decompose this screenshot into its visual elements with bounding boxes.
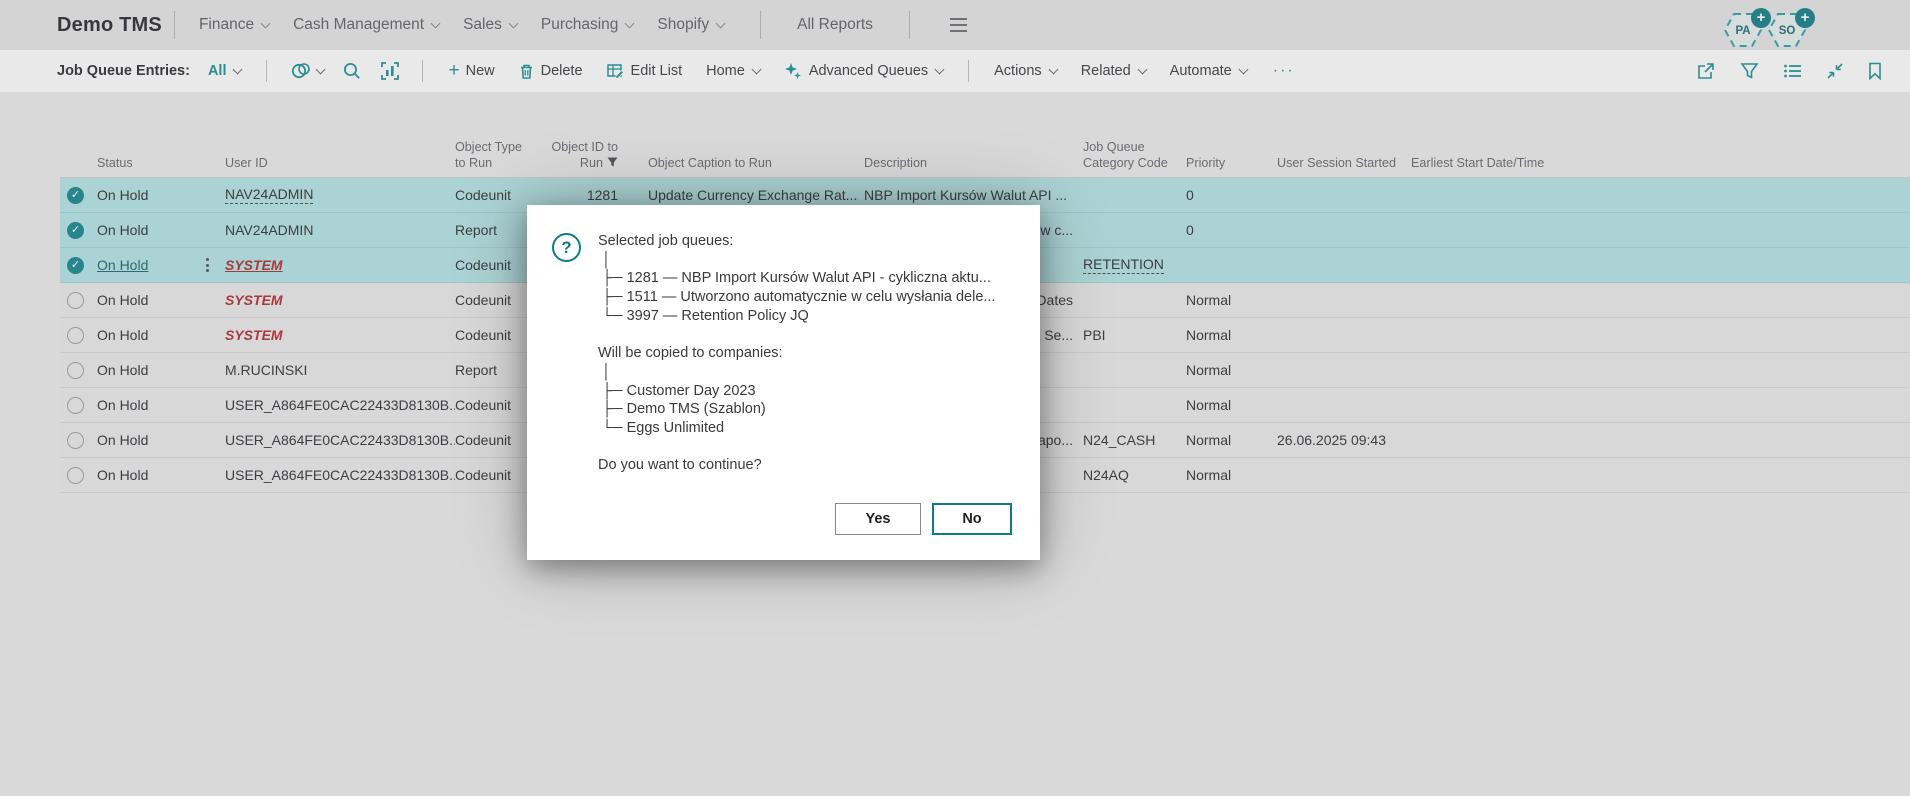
column-header-description[interactable]: Description [864, 156, 1083, 178]
add-icon: + [1795, 8, 1815, 28]
nav-purchasing[interactable]: Purchasing [541, 16, 635, 34]
nav-finance[interactable]: Finance [199, 16, 271, 34]
more-options-icon[interactable]: ··· [1273, 62, 1295, 80]
column-header-earliest[interactable]: Earliest Start Date/Time [1411, 156, 1556, 178]
analyze-icon[interactable] [380, 61, 400, 81]
views-icon[interactable] [289, 61, 326, 81]
view-filter-dropdown[interactable]: All [208, 63, 243, 79]
trash-icon [519, 63, 534, 80]
search-icon[interactable] [342, 61, 362, 81]
column-header-object-caption[interactable]: Object Caption to Run [628, 156, 864, 178]
confirm-dialog: ? Selected job queues: │ ├─ 1281 — NBP I… [527, 205, 1040, 560]
advanced-queues-menu[interactable]: Advanced Queues [784, 62, 945, 80]
dialog-buttons: Yes No [835, 503, 1012, 535]
question-icon: ? [552, 233, 581, 262]
yes-button[interactable]: Yes [835, 503, 921, 535]
row-select-circle[interactable] [67, 396, 84, 414]
divider [968, 60, 970, 82]
user-badge-so[interactable]: SO + [1766, 8, 1820, 52]
row-menu-icon[interactable] [206, 258, 209, 272]
edit-list-button[interactable]: Edit List [606, 63, 682, 79]
chevron-down-icon [1048, 64, 1059, 74]
column-header-session[interactable]: User Session Started [1277, 156, 1411, 178]
chevron-down-icon [508, 18, 519, 28]
user-id-link[interactable]: SYSTEM [225, 257, 283, 273]
nav-shopify[interactable]: Shopify [657, 16, 726, 34]
chevron-down-icon [1137, 64, 1148, 74]
column-header-user-id[interactable]: User ID [225, 156, 455, 178]
app-brand[interactable]: Demo TMS [57, 14, 162, 37]
list-view-icon[interactable] [1783, 63, 1802, 79]
action-bar: Job Queue Entries: All + New Delete Edit [0, 50, 1910, 92]
row-select-circle[interactable] [67, 431, 84, 449]
business-central-window: Demo TMS Finance Cash Management Sales P… [0, 0, 1910, 796]
nav-sales[interactable]: Sales [463, 16, 519, 34]
main-menu: Finance Cash Management Sales Purchasing… [199, 11, 971, 39]
nav-all-reports[interactable]: All Reports [797, 16, 873, 34]
column-header-priority[interactable]: Priority [1186, 156, 1277, 178]
bookmark-icon[interactable] [1868, 62, 1882, 80]
column-header-object-id[interactable]: Object ID to Run [540, 140, 628, 177]
chevron-down-icon [430, 18, 441, 28]
actions-menu[interactable]: Actions [994, 63, 1059, 79]
collapse-icon[interactable] [1826, 62, 1844, 80]
chevron-down-icon [316, 64, 326, 74]
home-menu[interactable]: Home [706, 63, 762, 79]
automate-menu[interactable]: Automate [1170, 63, 1249, 79]
app-header: Demo TMS Finance Cash Management Sales P… [0, 0, 1910, 50]
no-button[interactable]: No [932, 503, 1012, 535]
chevron-down-icon [1238, 64, 1249, 74]
table-header: Status User ID Object Type to Run Object… [0, 130, 1910, 178]
share-icon[interactable] [1696, 62, 1716, 80]
page-title: Job Queue Entries: [57, 63, 190, 79]
status-link[interactable]: On Hold [97, 257, 148, 273]
menu-more-icon[interactable] [946, 14, 971, 36]
sparkle-icon [784, 62, 802, 80]
chevron-down-icon [751, 64, 762, 74]
plus-icon: + [448, 60, 460, 81]
chevron-down-icon [934, 64, 945, 74]
chevron-down-icon [260, 18, 271, 28]
user-id-link[interactable]: NAV24ADMIN [225, 186, 314, 204]
row-select-circle[interactable] [67, 466, 84, 484]
related-menu[interactable]: Related [1081, 63, 1148, 79]
category-link[interactable]: RETENTION [1083, 256, 1164, 274]
filter-icon[interactable] [1740, 62, 1759, 80]
select-all-circle[interactable] [60, 143, 97, 165]
divider [422, 60, 424, 82]
chevron-down-icon [715, 18, 726, 28]
column-header-category[interactable]: Job Queue Category Code [1083, 140, 1186, 177]
row-selected-icon[interactable]: ✓ [67, 186, 84, 204]
divider [173, 11, 175, 39]
delete-button[interactable]: Delete [519, 63, 583, 80]
row-select-circle[interactable] [67, 361, 84, 379]
column-header-status[interactable]: Status [97, 156, 225, 178]
row-selected-icon[interactable]: ✓ [67, 256, 84, 274]
row-select-circle[interactable] [67, 291, 84, 309]
row-selected-icon[interactable]: ✓ [67, 221, 84, 239]
edit-list-icon [606, 63, 624, 79]
chevron-down-icon [233, 64, 243, 74]
nav-cash-management[interactable]: Cash Management [293, 16, 441, 34]
divider [760, 11, 762, 39]
divider [908, 11, 910, 39]
new-button[interactable]: + New [448, 60, 494, 81]
row-select-circle[interactable] [67, 326, 84, 344]
dialog-message: Selected job queues: │ ├─ 1281 — NBP Imp… [598, 233, 996, 474]
toolbar-right-icons [1696, 50, 1882, 92]
column-header-object-type[interactable]: Object Type to Run [455, 140, 540, 177]
chevron-down-icon [624, 18, 635, 28]
divider [266, 60, 268, 82]
column-filter-icon [607, 156, 618, 172]
